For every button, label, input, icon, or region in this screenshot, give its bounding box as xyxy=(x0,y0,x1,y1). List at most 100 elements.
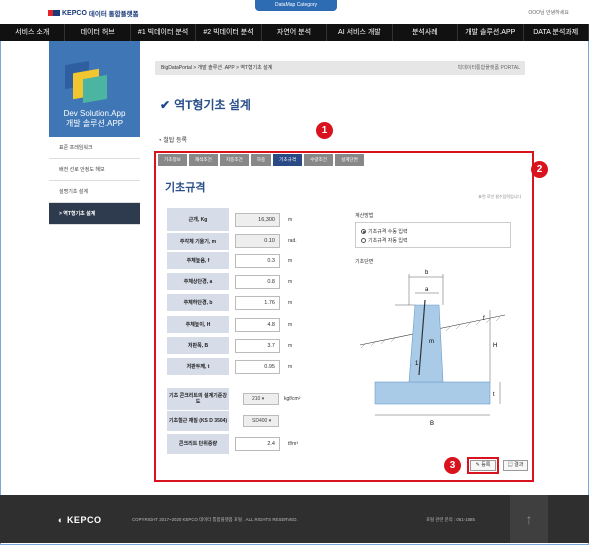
field-f[interactable]: 0.3 xyxy=(235,254,280,268)
field-label-b: 주체하단경, b xyxy=(167,294,229,311)
radio-manual[interactable]: 기초규격 수동 입력 xyxy=(361,228,408,235)
field-slope[interactable]: 0.10 xyxy=(235,234,280,248)
field-a[interactable]: 0.8 xyxy=(235,275,280,289)
field-b-unit: m xyxy=(288,300,293,306)
nav-item-bigdata-1[interactable]: #1 빅데이터 분석 xyxy=(131,24,197,41)
nav-item-bigdata-2[interactable]: #2 빅데이터 분석 xyxy=(196,24,262,41)
required-note: 표련 로안 필수입력입니다 xyxy=(478,194,521,199)
logo-subtitle: 데이터 통합플랫폼 xyxy=(88,11,139,18)
sidebar-item-foundation[interactable]: 설명기초 설계 xyxy=(49,181,140,203)
tab-load[interactable]: 하중 xyxy=(250,154,272,166)
tab-material[interactable]: 재석조건 xyxy=(188,154,218,166)
sidebar-header: Dev Solution.App 개발 솔루션.APP xyxy=(49,41,140,137)
nav-item-nlp[interactable]: 자연어 분석 xyxy=(262,24,328,41)
field-label-weight: 근개, Kg xyxy=(167,208,229,231)
kepco-logo-icon xyxy=(48,10,60,16)
chevron-down-icon: ▾ xyxy=(261,396,265,402)
field-label-slope: 주각체 기울기, m xyxy=(167,233,229,250)
dim-label-b: b xyxy=(425,270,429,276)
callout-badge-1: 1 xyxy=(316,122,333,139)
footer-logo: ◐ KEPCO xyxy=(58,515,101,525)
chevron-down-icon: ▾ xyxy=(268,418,272,424)
scroll-top-button[interactable]: ↑ xyxy=(510,495,548,543)
density-unit: tf/m³ xyxy=(288,441,298,447)
arrow-up-icon: ↑ xyxy=(525,511,533,527)
field-label-a: 주체상단경, a xyxy=(167,273,229,290)
rebar-value: SD400 xyxy=(252,418,268,424)
footer-logo-text: KEPCO xyxy=(66,515,102,525)
tab-quantity[interactable]: 수량조건 xyxy=(304,154,333,166)
calc-method-box: 기초규격 수동 입력 기초규격 자동 입력 xyxy=(355,222,511,248)
section-diagram-label: 기초단면 xyxy=(355,259,374,265)
field-label-rebar: 기초철근 재질 (KS D 3504) xyxy=(167,411,229,431)
sidebar: Dev Solution.App 개발 솔루션.APP 표준 프레임워크 배전 … xyxy=(49,41,140,485)
nav-item-data-tasks[interactable]: DATA 분석과제 xyxy=(524,24,589,41)
concrete-strength-select[interactable]: 210 ▾ xyxy=(243,393,279,405)
tab-ground[interactable]: 지중조건 xyxy=(219,154,249,166)
sidebar-title-en: Dev Solution.App xyxy=(63,109,126,118)
portal-label: 빅데이터통합플랫폼 PORTAL xyxy=(457,65,520,71)
result-button-label: 결과 xyxy=(514,462,524,468)
footer-contact: 포털 관련 문의 : 061-1585 xyxy=(426,517,475,522)
field-label-h: 주체높이, H xyxy=(167,316,229,333)
nav-item-dev-app[interactable]: 개발 솔루션.APP xyxy=(458,24,524,41)
nav-item-service[interactable]: 서비스 소개 xyxy=(0,24,66,41)
breadcrumb: BigDataPortal > 개발 솔루션 .APP > 역T형기초 설계 빅… xyxy=(155,61,525,75)
field-t[interactable]: 0.95 xyxy=(235,360,280,374)
footer-copyright: COPYRIGHT 2017~2020 KEPCO 데이터 통합플랫폼 포털 .… xyxy=(132,517,298,522)
tab-section[interactable]: 설계단면 xyxy=(334,154,364,166)
page-title-text: 역T형기초 설계 xyxy=(174,98,251,112)
pencil-icon: ✎ xyxy=(475,462,480,468)
radio-manual-icon[interactable] xyxy=(361,229,366,234)
radio-auto[interactable]: 기초규격 자동 입력 xyxy=(361,237,408,244)
footer-logo-mark-icon: ◐ xyxy=(58,515,67,525)
field-a-unit: m xyxy=(288,279,293,285)
nav-item-cases[interactable]: 분석사례 xyxy=(393,24,459,41)
dim-label-width-b: B xyxy=(430,421,434,427)
field-weight-unit: m xyxy=(288,217,293,223)
save-button[interactable]: ✎ 등록 xyxy=(470,460,496,471)
field-b[interactable]: 1.76 xyxy=(235,296,280,310)
pedestal xyxy=(408,304,444,383)
field-weight[interactable]: 16,300 xyxy=(235,213,280,227)
field-label-f: 주체높음, f xyxy=(167,252,229,269)
field-density[interactable]: 2.4 xyxy=(235,437,280,451)
field-t-unit: m xyxy=(288,364,293,370)
field-width-b[interactable]: 3.7 xyxy=(235,339,280,353)
nav-item-ai[interactable]: AI 서비스 개발 xyxy=(327,24,393,41)
sidebar-item-inverted-t[interactable]: > 역T형기초 설계 xyxy=(49,203,140,225)
radio-auto-icon[interactable] xyxy=(361,238,366,243)
base-slab xyxy=(374,381,491,405)
rebar-select[interactable]: SD400 ▾ xyxy=(243,415,279,427)
top-bar: KEPCO 데이터 통합플랫폼 DataMap Category OOO님 안녕… xyxy=(0,0,589,24)
field-label-concrete-strength: 기초 콘크리트의 설계기준강도 xyxy=(167,388,229,410)
save-button-label: 등록 xyxy=(481,462,491,468)
form-tabs: 기초정보 재석조건 지중조건 하중 기초규격 수량조건 설계단면 xyxy=(158,154,364,166)
field-f-unit: m xyxy=(288,258,293,264)
tab-spec[interactable]: 기초규격 xyxy=(273,154,303,166)
app-cards-illustration xyxy=(65,60,111,104)
field-label-density: 콘크리트 단위중량 xyxy=(167,434,229,454)
tab-basic-info[interactable]: 기초정보 xyxy=(158,154,187,166)
dim-label-a: a xyxy=(425,287,429,293)
user-greeting: OOO님 안녕하세요 xyxy=(528,10,569,16)
check-icon: ✔ xyxy=(160,97,171,112)
sidebar-title-ko: 개발 솔루션.APP xyxy=(65,119,124,128)
breadcrumb-path[interactable]: BigDataPortal > 개발 솔루션 .APP > 역T형기초 설계 xyxy=(161,65,272,71)
result-button[interactable]: ▤ 결과 xyxy=(503,460,528,471)
sidebar-item-line-stability[interactable]: 배전 선로 안정도 해보 xyxy=(49,159,140,181)
section-label-text: 철탑 등록 xyxy=(163,138,188,144)
sidebar-item-framework[interactable]: 표준 프레임워크 xyxy=(49,137,140,159)
dim-label-h: H xyxy=(493,343,497,349)
field-h[interactable]: 4.8 xyxy=(235,318,280,332)
main-nav: 서비스 소개 데이터 허브 #1 빅데이터 분석 #2 빅데이터 분석 자연어 … xyxy=(0,24,589,41)
site-logo[interactable]: KEPCO 데이터 통합플랫폼 xyxy=(48,8,139,18)
section-label: ◔ 철탑 등록 xyxy=(158,135,187,144)
field-label-width-b: 저판폭, B xyxy=(167,337,229,354)
foundation-section-diagram: b a f m 1 H t B xyxy=(359,270,506,427)
datamap-category-tab[interactable]: DataMap Category xyxy=(255,0,337,11)
field-label-t: 저판두께, t xyxy=(167,358,229,375)
nav-item-data-hub[interactable]: 데이터 허브 xyxy=(65,24,131,41)
form-title: 기초규격 xyxy=(165,182,206,194)
dim-label-t: t xyxy=(493,392,495,398)
